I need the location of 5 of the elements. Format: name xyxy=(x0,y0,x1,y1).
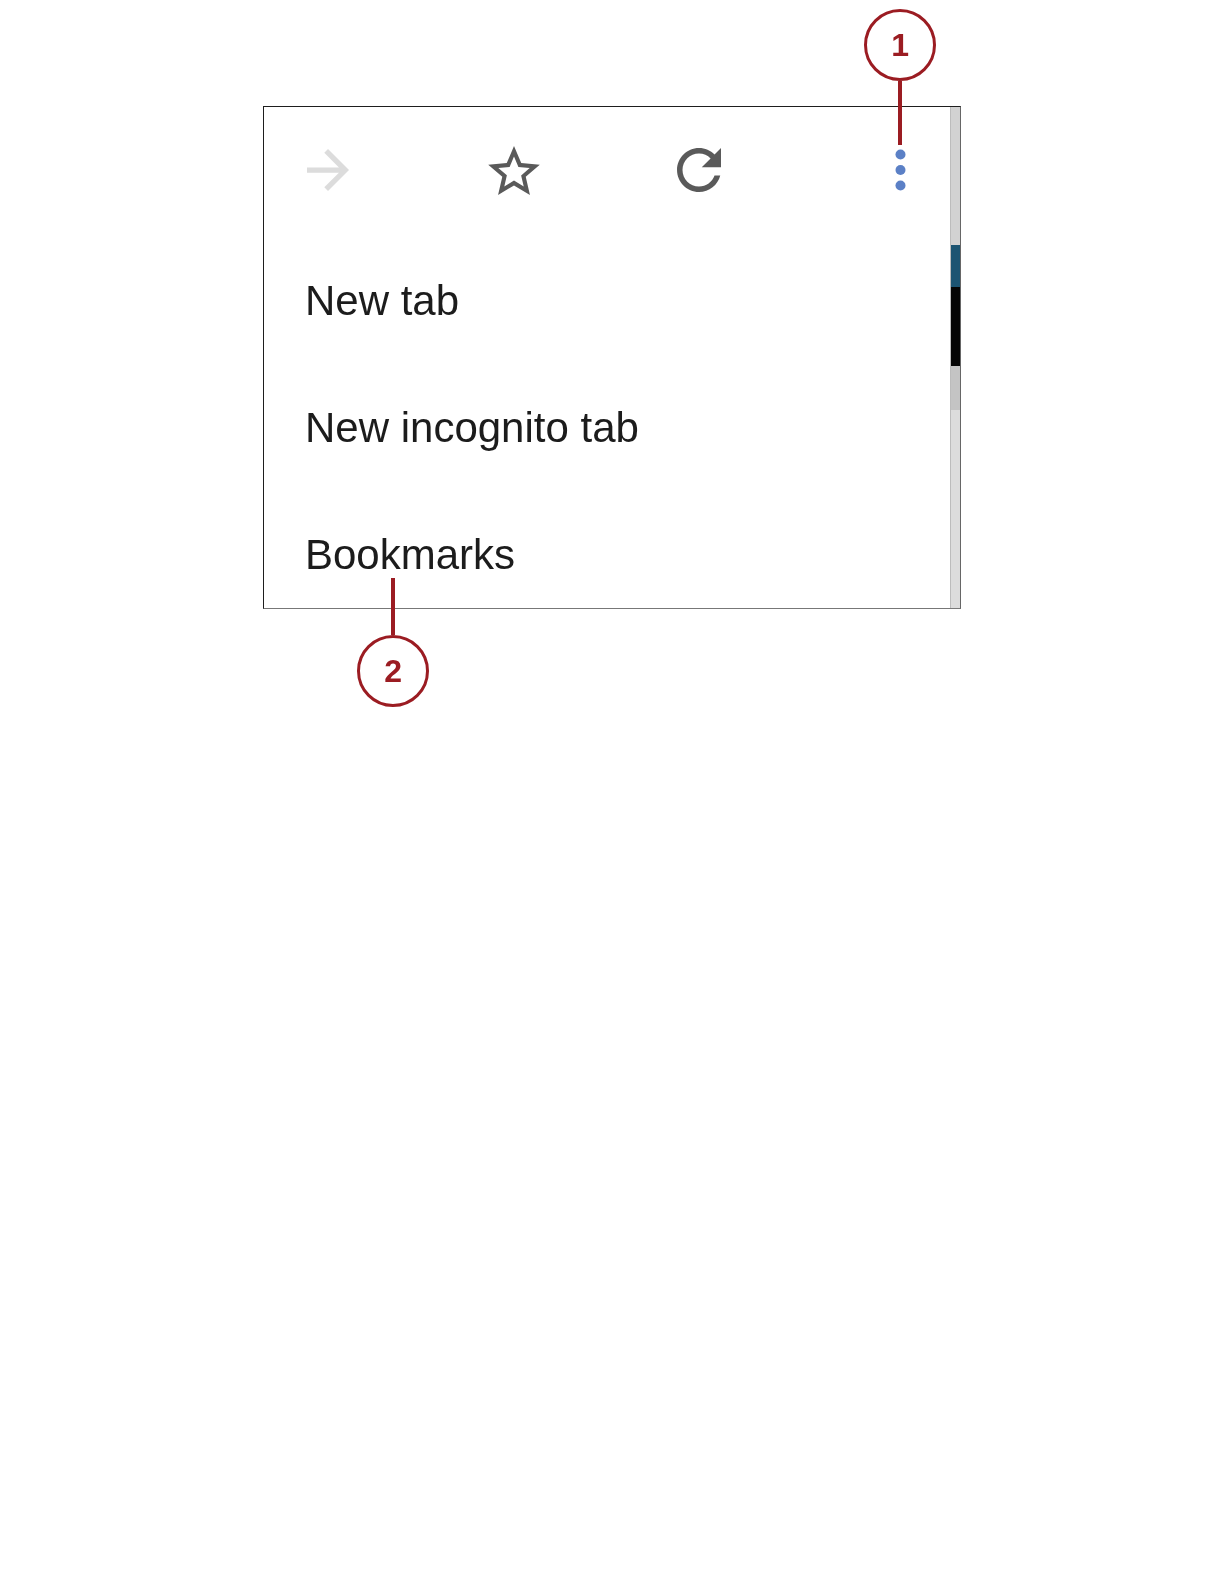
menu-item[interactable]: New tab xyxy=(305,276,460,326)
callout-number: 2 xyxy=(357,635,430,707)
callout-number: 1 xyxy=(864,9,937,81)
menu-item[interactable]: Bookmarks xyxy=(305,530,516,580)
menu-item[interactable]: New incognito tab xyxy=(305,403,639,453)
